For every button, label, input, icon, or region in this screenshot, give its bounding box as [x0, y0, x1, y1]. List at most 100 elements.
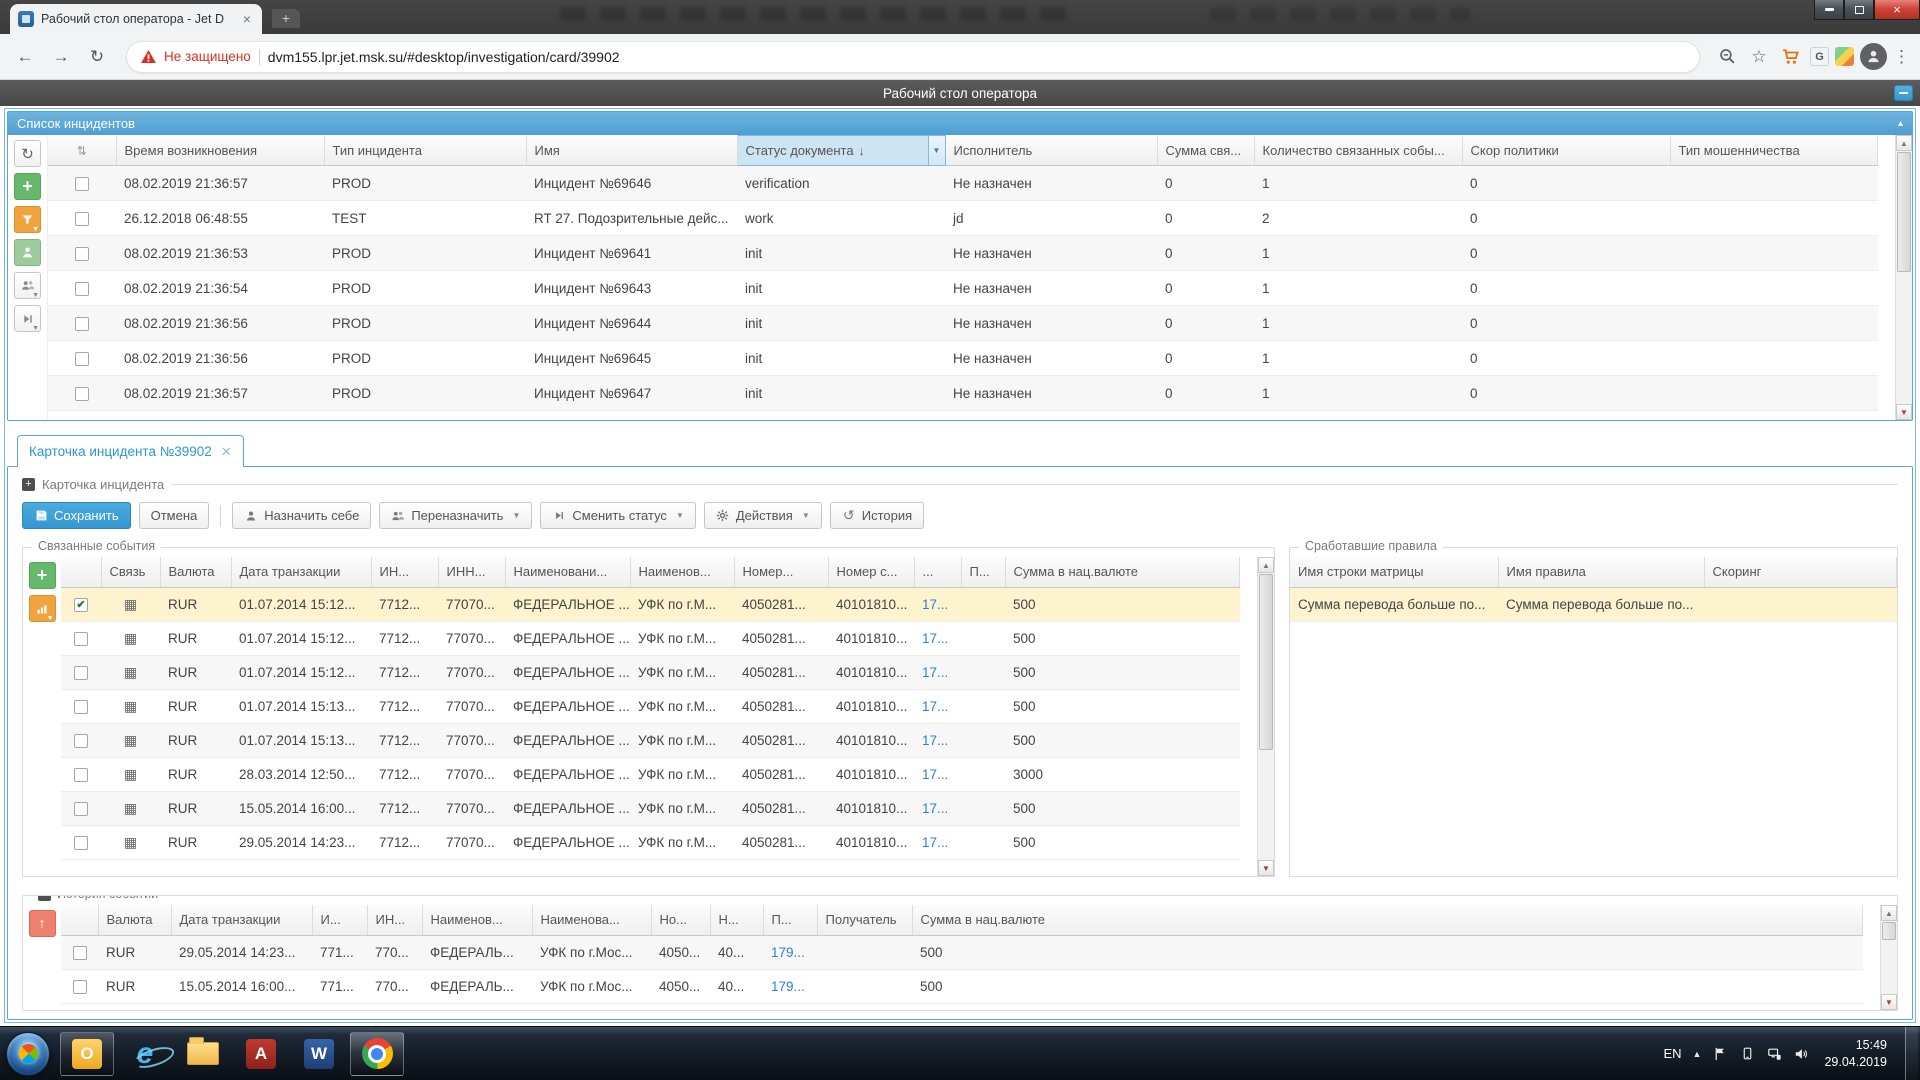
column-header-rel[interactable]: Связь	[101, 557, 160, 587]
column-header-scoring[interactable]: Скоринг	[1704, 557, 1897, 587]
scroll-track[interactable]	[1896, 151, 1912, 404]
browser-menu-icon[interactable]: ⋮	[1893, 47, 1910, 67]
taskbar-internet-explorer[interactable]: e	[118, 1032, 172, 1076]
scroll-thumb[interactable]	[1897, 152, 1911, 272]
scroll-track[interactable]	[1258, 573, 1274, 860]
related-event-row[interactable]: ▦ RUR 01.07.2014 15:12... 7712... 77070.…	[61, 655, 1240, 689]
column-header-rule[interactable]: Имя правила	[1498, 557, 1704, 587]
incident-card-tab[interactable]: Карточка инцидента №39902 ✕	[17, 435, 244, 467]
payer-link[interactable]: 179...	[771, 945, 805, 960]
column-header-name2[interactable]: Наименов...	[630, 557, 734, 587]
incident-row[interactable]: 08.02.2019 21:36:57 PROD Инцидент №69646…	[48, 166, 1878, 201]
bookmark-star-icon[interactable]: ☆	[1746, 44, 1772, 70]
extension-icon[interactable]	[1835, 47, 1854, 66]
scroll-down-button[interactable]: ▼	[1896, 404, 1912, 420]
row-select-cell[interactable]	[61, 969, 98, 1003]
relation-grid-icon[interactable]: ▦	[124, 596, 137, 612]
payer-link[interactable]: 17...	[922, 835, 948, 850]
url-text[interactable]: dvm155.lpr.jet.msk.su/#desktop/investiga…	[268, 49, 620, 65]
scroll-track[interactable]	[1881, 921, 1897, 994]
row-select-cell[interactable]	[48, 306, 116, 341]
relation-cell[interactable]: ▦	[101, 791, 160, 825]
column-header-n1[interactable]: Наименов...	[422, 905, 532, 935]
taskbar-explorer[interactable]	[176, 1032, 230, 1076]
column-header-currency[interactable]: Валюта	[98, 905, 171, 935]
reload-button[interactable]: ↻	[82, 42, 112, 72]
row-checkbox[interactable]	[75, 317, 89, 331]
incident-row[interactable]: 26.12.2018 06:48:55 TEST RT 27. Подозрит…	[48, 201, 1878, 236]
row-select-cell[interactable]	[61, 655, 101, 689]
row-select-cell[interactable]	[61, 757, 101, 791]
profile-avatar[interactable]	[1860, 43, 1887, 70]
panel-collapse-icon[interactable]: ▴	[1898, 118, 1903, 129]
row-checkbox[interactable]	[75, 212, 89, 226]
column-header-type[interactable]: Тип инцидента	[324, 136, 526, 166]
related-event-row[interactable]: ▦ RUR 01.07.2014 15:12... 7712... 77070.…	[61, 621, 1240, 655]
column-menu-button[interactable]: ▼	[928, 136, 945, 165]
volume-icon[interactable]	[1793, 1046, 1809, 1062]
collapse-history-icon[interactable]: −	[38, 895, 51, 901]
row-select-cell[interactable]	[48, 376, 116, 411]
column-header-sum[interactable]: Сумма в нац.валюте	[1005, 557, 1240, 587]
row-select-cell[interactable]	[61, 825, 101, 859]
g-extension-icon[interactable]: G	[1810, 47, 1829, 66]
refresh-button[interactable]: ↻	[14, 140, 41, 167]
network-icon[interactable]	[1766, 1046, 1782, 1062]
scroll-thumb[interactable]	[1259, 574, 1273, 750]
row-checkbox[interactable]	[74, 700, 88, 714]
column-header-matrix[interactable]: Имя строки матрицы	[1290, 557, 1498, 587]
window-minimize-button[interactable]	[1814, 0, 1844, 20]
window-restore-button[interactable]	[1844, 0, 1874, 20]
row-checkbox[interactable]	[74, 632, 88, 646]
column-header-currency[interactable]: Валюта	[160, 557, 231, 587]
column-header-time[interactable]: Время возникновения	[116, 136, 324, 166]
column-header-sum[interactable]: Сумма свя...	[1157, 136, 1254, 166]
sort-events-button[interactable]: ▼	[29, 595, 56, 622]
column-header-no1[interactable]: Но...	[651, 905, 710, 935]
history-event-row[interactable]: RUR 29.05.2014 14:23... 771... 770... ФЕ…	[61, 935, 1863, 969]
reassign-button[interactable]: Переназначить ▼	[379, 502, 532, 529]
row-checkbox[interactable]	[74, 768, 88, 782]
scroll-down-button[interactable]: ▼	[1258, 860, 1274, 876]
row-select-cell[interactable]	[61, 935, 98, 969]
row-select-cell[interactable]	[48, 166, 116, 201]
column-header-no2[interactable]: Н...	[710, 905, 763, 935]
assign-self-button[interactable]: Назначить себе	[232, 502, 371, 529]
column-header-select[interactable]	[61, 557, 101, 587]
incidents-scrollbar[interactable]: ▲ ▼	[1895, 135, 1912, 420]
security-status-label[interactable]: Не защищено	[164, 49, 251, 64]
history-scrollbar[interactable]: ▲ ▼	[1880, 905, 1897, 1010]
browser-tab[interactable]: Рабочий стол оператора - Jet D ×	[10, 4, 262, 34]
relation-cell[interactable]: ▦	[101, 757, 160, 791]
relation-grid-icon[interactable]: ▦	[124, 800, 137, 816]
scroll-up-button[interactable]: ▲	[1258, 557, 1274, 573]
column-header-score[interactable]: Скор политики	[1462, 136, 1670, 166]
row-checkbox[interactable]	[75, 247, 89, 261]
column-header-p2[interactable]: П...	[961, 557, 1005, 587]
close-tab-icon[interactable]: ✕	[221, 444, 232, 460]
related-event-row[interactable]: ▦ RUR 15.05.2014 16:00... 7712... 77070.…	[61, 791, 1240, 825]
language-indicator[interactable]: EN	[1663, 1046, 1681, 1061]
relation-cell[interactable]: ▦	[101, 825, 160, 859]
row-select-cell[interactable]	[48, 341, 116, 376]
new-tab-button[interactable]: +	[272, 9, 300, 28]
relation-grid-icon[interactable]: ▦	[124, 630, 137, 646]
row-select-cell[interactable]	[48, 201, 116, 236]
filter-button[interactable]: ▼	[14, 206, 41, 233]
scroll-down-button[interactable]: ▼	[1881, 994, 1897, 1010]
zoom-icon[interactable]	[1714, 44, 1740, 70]
incident-row[interactable]: 08.02.2019 21:36:56 PROD Инцидент №69645…	[48, 341, 1878, 376]
app-collapse-button[interactable]	[1894, 85, 1913, 101]
related-event-row[interactable]: ✔ ▦ RUR 01.07.2014 15:12... 7712... 7707…	[61, 587, 1240, 621]
change-status-button[interactable]: Сменить статус ▼	[540, 502, 695, 529]
row-select-cell[interactable]	[48, 236, 116, 271]
column-header-inn2[interactable]: ИНН...	[438, 557, 505, 587]
taskbar-clock[interactable]: 15:49 29.04.2019	[1824, 1037, 1887, 1071]
column-header-p[interactable]: П...	[763, 905, 817, 935]
relation-cell[interactable]: ▦	[101, 689, 160, 723]
incident-row[interactable]: 08.02.2019 21:36:53 PROD Инцидент №69641…	[48, 236, 1878, 271]
action-center-flag-icon[interactable]	[1712, 1046, 1728, 1062]
column-header-p1[interactable]: ...	[914, 557, 961, 587]
column-header-name[interactable]: Имя	[526, 136, 737, 166]
row-checkbox[interactable]: ✔	[74, 598, 88, 612]
